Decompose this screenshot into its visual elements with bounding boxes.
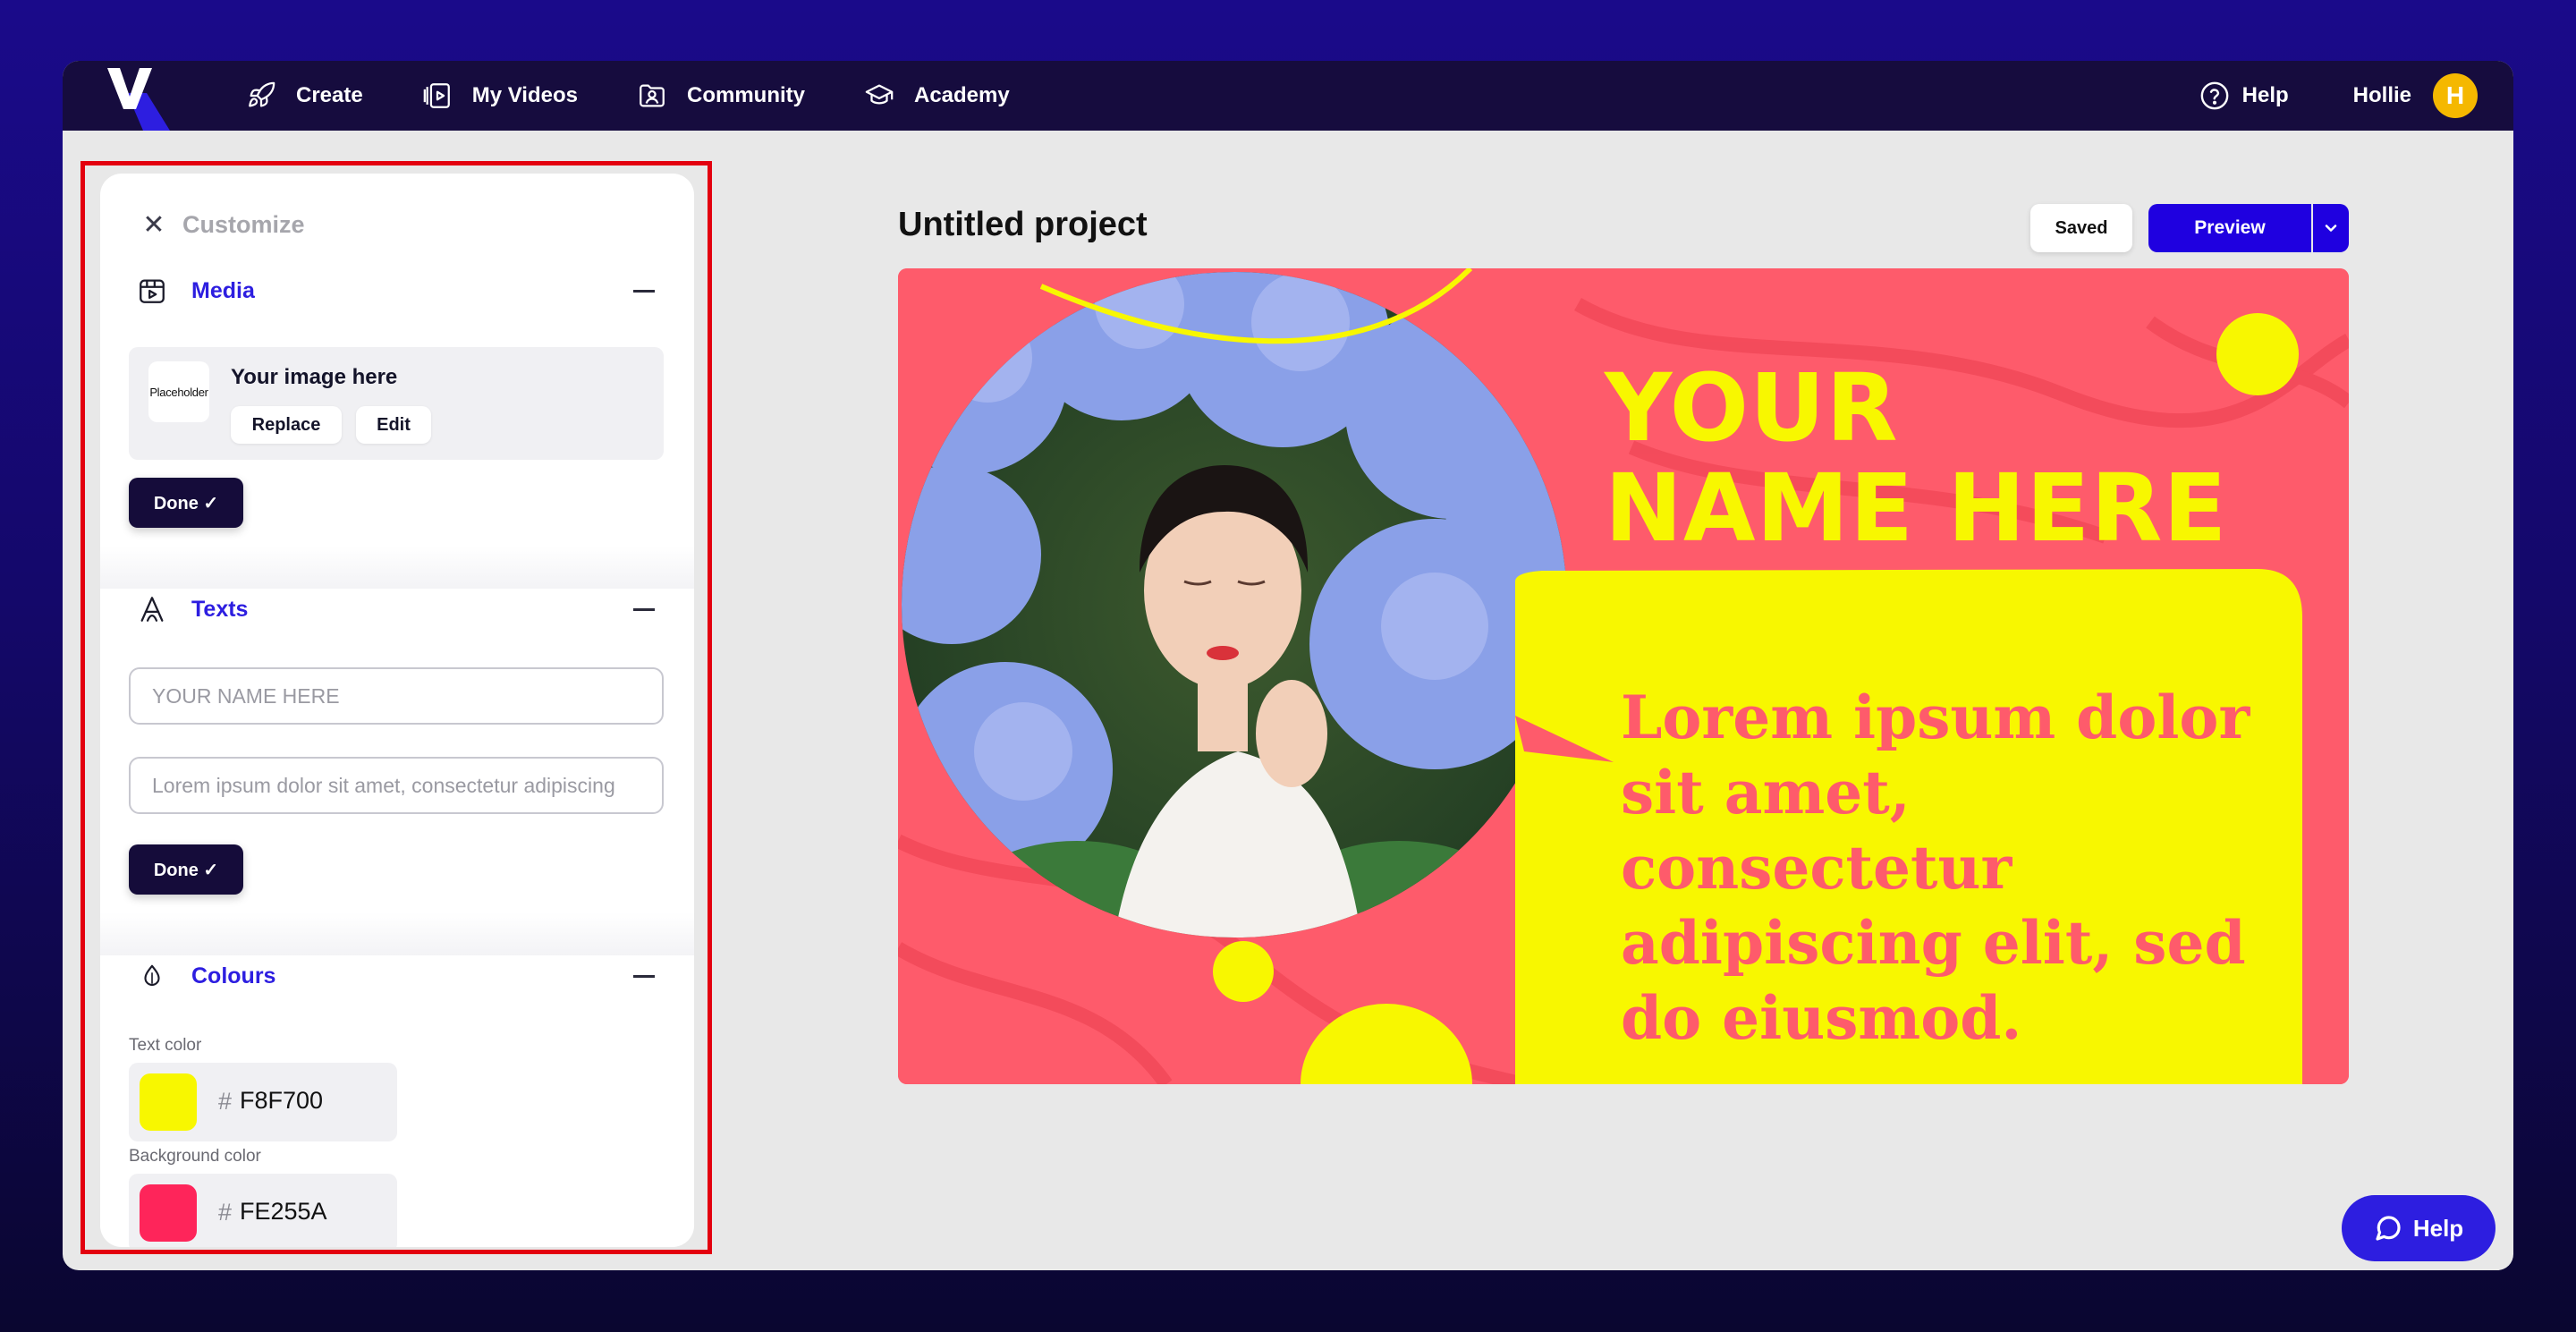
background-color-picker[interactable]: # FE255A: [129, 1174, 397, 1247]
chat-bubble-icon: [2376, 1216, 2401, 1241]
background-color-swatch[interactable]: [140, 1184, 197, 1242]
texts-section-header[interactable]: Texts: [136, 587, 664, 632]
close-icon[interactable]: ✕: [141, 209, 166, 241]
video-canvas-preview[interactable]: YOUR NAME HERE Lorem ipsum dolor sit ame…: [898, 268, 2349, 1084]
nav-create-label: Create: [296, 83, 363, 107]
customize-panel: ✕ Customize Media Placeholder Your image…: [100, 174, 694, 1247]
user-nav: Help Hollie H: [2199, 61, 2478, 131]
font-icon: [136, 593, 168, 625]
text-color-picker[interactable]: # F8F700: [129, 1063, 397, 1141]
media-done-button[interactable]: Done ✓: [129, 478, 243, 528]
saved-status-button[interactable]: Saved: [2030, 204, 2132, 252]
app-window: Create My Videos Community Academy Help …: [63, 61, 2513, 1270]
media-icon: [136, 275, 168, 307]
nav-academy[interactable]: Academy: [864, 81, 1010, 111]
collapse-media-icon[interactable]: [633, 289, 655, 293]
graduation-cap-icon: [865, 84, 894, 105]
rocket-icon: [249, 81, 275, 107]
project-title[interactable]: Untitled project: [898, 206, 1148, 244]
colours-section-title: Colours: [191, 963, 276, 988]
hash-symbol: #: [218, 1199, 233, 1226]
hash-symbol: #: [218, 1088, 233, 1115]
text-color-hex[interactable]: F8F700: [240, 1087, 323, 1115]
help-chat-label: Help: [2412, 1214, 2464, 1242]
panel-header: ✕ Customize: [141, 209, 305, 241]
droplet-icon: [136, 960, 168, 992]
media-section-header[interactable]: Media: [136, 268, 664, 313]
text-color-swatch[interactable]: [140, 1073, 197, 1131]
top-navigation-bar: Create My Videos Community Academy Help …: [63, 61, 2513, 131]
canvas-title-line-2: NAME HERE: [1605, 454, 2228, 563]
media-section-title: Media: [191, 277, 255, 303]
community-icon: [640, 84, 665, 107]
text-color-label: Text color: [129, 1036, 202, 1055]
canvas-body-text[interactable]: Lorem ipsum dolor sit amet, consectetur …: [1621, 680, 2265, 1056]
nav-community-label: Community: [686, 83, 805, 107]
collapse-texts-icon[interactable]: [633, 607, 655, 611]
body-text-input[interactable]: Lorem ipsum dolor sit amet, consectetur …: [129, 757, 664, 814]
texts-section-title: Texts: [191, 596, 249, 622]
main-nav: Create My Videos Community Academy: [246, 61, 1069, 131]
name-text-input[interactable]: YOUR NAME HERE: [129, 667, 664, 725]
question-circle-icon: [2200, 81, 2229, 110]
preview-options-dropdown[interactable]: [2313, 204, 2349, 252]
nav-create[interactable]: Create: [246, 81, 363, 111]
help-link[interactable]: Help: [2199, 81, 2289, 111]
background-color-hex[interactable]: FE255A: [240, 1198, 327, 1226]
app-logo[interactable]: [107, 66, 170, 131]
nav-academy-label: Academy: [913, 83, 1010, 107]
canvas-title-text[interactable]: YOUR NAME HERE: [1605, 358, 2227, 558]
nav-community[interactable]: Community: [637, 81, 805, 111]
canvas-title-line-1: YOUR: [1605, 353, 1899, 462]
nav-my-videos[interactable]: My Videos: [422, 81, 578, 111]
texts-done-button[interactable]: Done ✓: [129, 844, 243, 895]
background-color-label: Background color: [129, 1147, 261, 1166]
preview-button[interactable]: Preview: [2148, 204, 2311, 252]
help-chat-button[interactable]: Help: [2342, 1195, 2496, 1261]
chevron-down-icon: [2325, 225, 2337, 232]
panel-title: Customize: [182, 211, 305, 238]
image-thumbnail[interactable]: Placeholder: [148, 361, 209, 422]
colours-section-header[interactable]: Colours: [136, 954, 664, 998]
nav-my-videos-label: My Videos: [471, 83, 578, 107]
replace-button[interactable]: Replace: [231, 406, 342, 444]
collapse-colours-icon[interactable]: [633, 974, 655, 978]
help-link-label: Help: [2241, 83, 2289, 107]
media-item-card: Placeholder Your image here Replace Edit: [129, 347, 664, 460]
media-image-title: Your image here: [231, 365, 398, 389]
video-library-icon: [423, 83, 450, 108]
section-divider: [100, 912, 694, 955]
edit-button[interactable]: Edit: [356, 406, 431, 444]
section-divider: [100, 546, 694, 589]
avatar[interactable]: H: [2433, 73, 2478, 118]
username[interactable]: Hollie: [2353, 83, 2411, 108]
